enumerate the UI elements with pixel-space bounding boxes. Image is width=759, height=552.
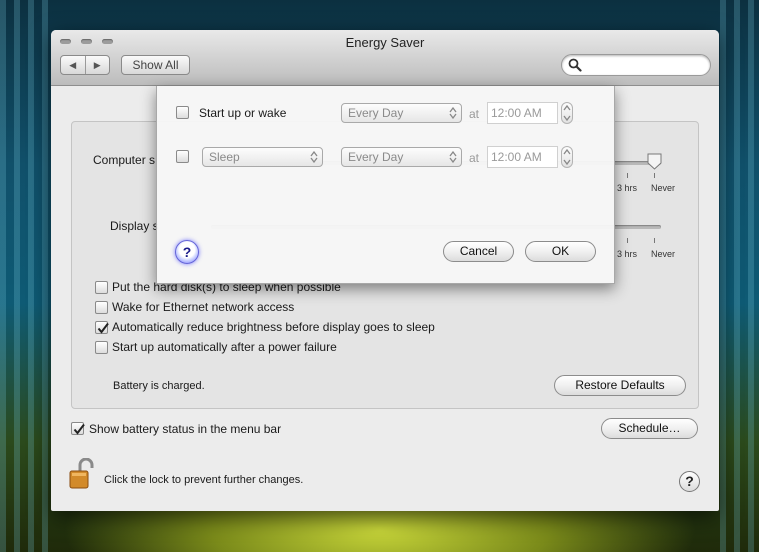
schedule-button[interactable]: Schedule…: [601, 418, 698, 439]
sleep-schedule-checkbox[interactable]: [176, 150, 189, 163]
slider-tick: [654, 173, 655, 178]
cancel-button[interactable]: Cancel: [443, 241, 514, 262]
sleep-action-popup[interactable]: Sleep: [202, 147, 323, 167]
show-all-button[interactable]: Show All: [121, 55, 190, 75]
sleep-at-label: at: [469, 151, 480, 165]
checkmark-icon: [97, 322, 109, 334]
forward-button[interactable]: ▶: [86, 56, 110, 74]
sleep-frequency-value: Every Day: [348, 150, 404, 164]
back-button[interactable]: ◀: [61, 56, 86, 74]
chevron-updown-icon: [310, 151, 318, 163]
hard-disk-sleep-checkbox[interactable]: [95, 281, 108, 294]
reduce-brightness-label: Automatically reduce brightness before d…: [112, 320, 435, 334]
battery-status-text: Battery is charged.: [113, 380, 205, 392]
sleep-time-field[interactable]: 12:00 AM: [487, 146, 558, 168]
slider-tick: [654, 238, 655, 243]
sleep-frequency-popup[interactable]: Every Day: [341, 147, 462, 167]
restore-defaults-button[interactable]: Restore Defaults: [554, 375, 686, 396]
search-input[interactable]: [561, 54, 711, 76]
title-bar: Energy Saver ◀ ▶ Show All: [51, 30, 719, 86]
background-stripes: [0, 0, 50, 552]
startup-at-label: at: [469, 107, 480, 121]
startup-time-field[interactable]: 12:00 AM: [487, 102, 558, 124]
chevron-updown-icon: [449, 151, 457, 163]
slider-tick: [627, 173, 628, 178]
wake-ethernet-checkbox[interactable]: [95, 301, 108, 314]
computer-sleep-3hrs-label: 3 hrs: [617, 183, 638, 193]
computer-sleep-label: Computer s: [93, 153, 156, 167]
display-sleep-never-label: Never: [651, 249, 676, 259]
chevron-updown-icon: [449, 107, 457, 119]
sheet-help-button[interactable]: ?: [175, 240, 199, 264]
display-sleep-label: Display s: [110, 219, 159, 233]
schedule-sheet: Start up or wake Every Day at 12:00 AM S…: [156, 86, 615, 284]
search-icon: [568, 58, 582, 72]
computer-sleep-never-label: Never: [651, 183, 676, 193]
display-sleep-3hrs-label: 3 hrs: [617, 249, 638, 259]
startup-wake-checkbox[interactable]: [176, 106, 189, 119]
lock-text: Click the lock to prevent further change…: [104, 474, 304, 486]
background-stripes: [720, 0, 759, 552]
help-button[interactable]: ?: [679, 471, 700, 492]
show-battery-status-label: Show battery status in the menu bar: [89, 422, 282, 436]
slider-tick: [627, 238, 628, 243]
checkmark-icon: [73, 423, 85, 435]
chevron-updown-icon: [563, 104, 571, 122]
computer-sleep-slider-knob[interactable]: [647, 153, 662, 170]
unlocked-lock-icon[interactable]: [69, 458, 95, 490]
back-forward-control: ◀ ▶: [60, 55, 110, 75]
startup-frequency-value: Every Day: [348, 106, 404, 120]
show-battery-status-checkbox[interactable]: [71, 422, 85, 435]
sleep-action-value: Sleep: [209, 150, 240, 164]
startup-frequency-popup[interactable]: Every Day: [341, 103, 462, 123]
window-title: Energy Saver: [345, 35, 425, 50]
power-failure-restart-label: Start up automatically after a power fai…: [112, 340, 337, 354]
chevron-updown-icon: [563, 148, 571, 166]
power-failure-restart-checkbox[interactable]: [95, 341, 108, 354]
startup-wake-label: Start up or wake: [199, 106, 287, 120]
reduce-brightness-checkbox[interactable]: [95, 321, 109, 334]
ok-button[interactable]: OK: [525, 241, 596, 262]
startup-time-stepper[interactable]: [561, 102, 573, 124]
wake-ethernet-label: Wake for Ethernet network access: [112, 300, 295, 314]
sleep-time-stepper[interactable]: [561, 146, 573, 168]
